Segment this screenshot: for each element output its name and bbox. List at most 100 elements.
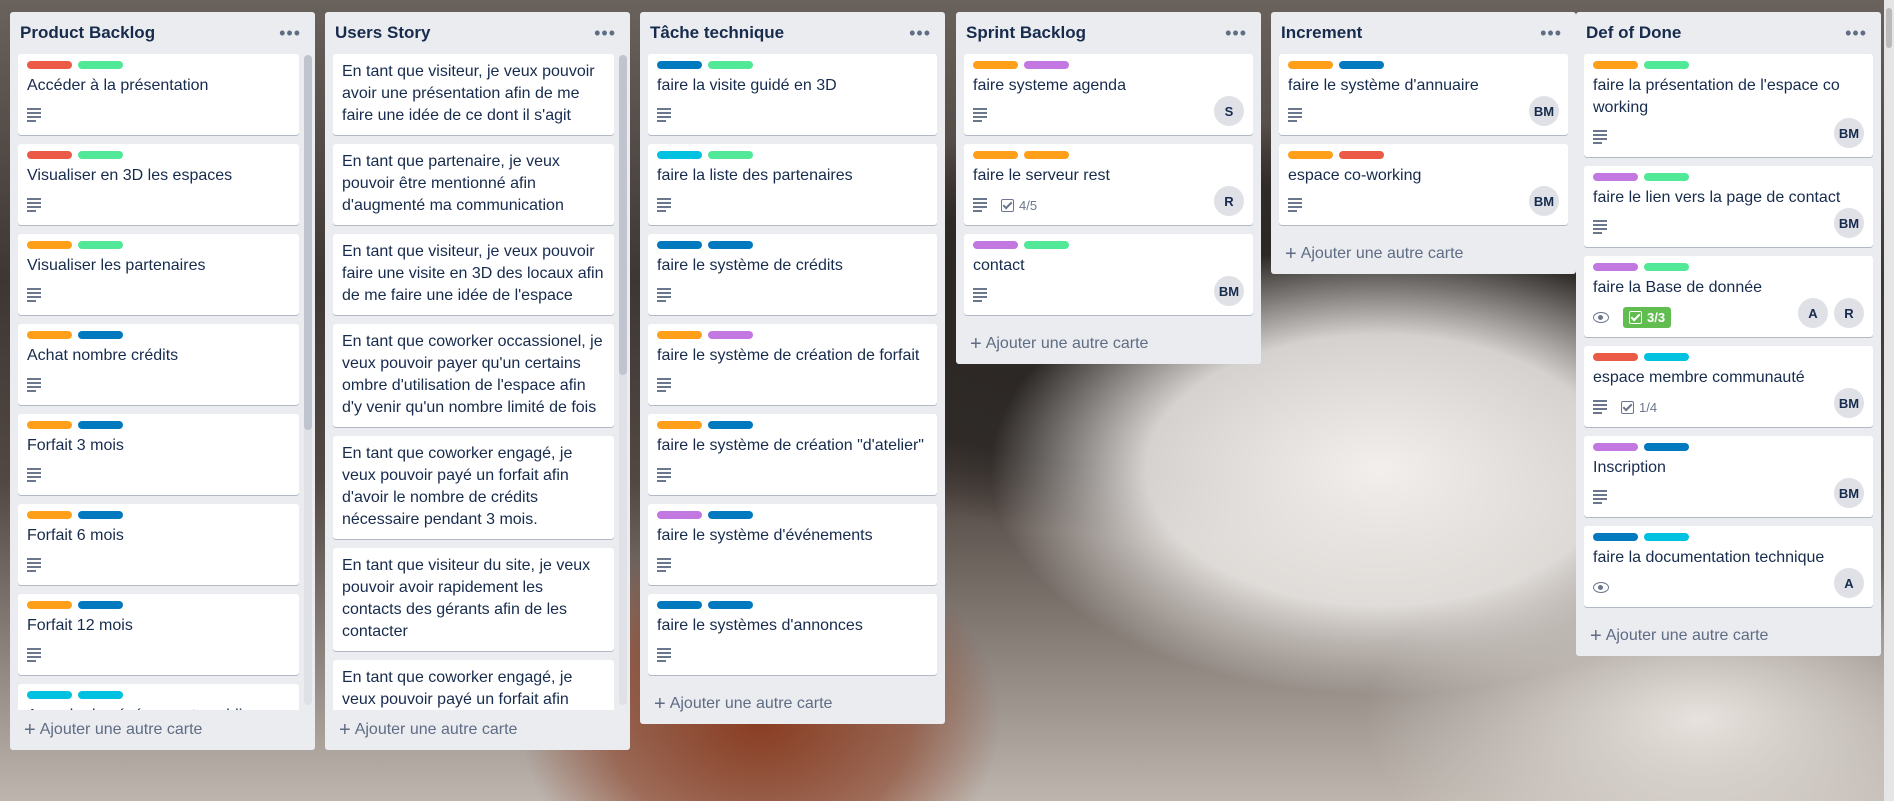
card[interactable]: Forfait 12 mois xyxy=(18,594,299,675)
card[interactable]: Inscription BM xyxy=(1584,436,1873,517)
label-sky[interactable] xyxy=(27,691,72,699)
label-sky[interactable] xyxy=(657,151,702,159)
list-menu-icon[interactable]: ••• xyxy=(1225,23,1247,44)
label-sky[interactable] xyxy=(1644,353,1689,361)
label-sky[interactable] xyxy=(78,691,123,699)
label-blue[interactable] xyxy=(1593,533,1638,541)
avatar[interactable]: S xyxy=(1214,96,1244,126)
avatar[interactable]: R xyxy=(1214,186,1244,216)
card[interactable]: faire la liste des partenaires xyxy=(648,144,937,225)
card[interactable]: En tant que visiteur, je veux pouvoir fa… xyxy=(333,234,614,315)
label-blue[interactable] xyxy=(708,421,753,429)
label-green[interactable] xyxy=(78,151,123,159)
card[interactable]: Achat nombre crédits xyxy=(18,324,299,405)
label-orange[interactable] xyxy=(657,421,702,429)
avatar[interactable]: BM xyxy=(1529,186,1559,216)
add-card-button[interactable]: + Ajouter une autre carte xyxy=(956,324,1261,364)
label-orange[interactable] xyxy=(27,241,72,249)
list-title[interactable]: Def of Done xyxy=(1586,23,1681,43)
list-title[interactable]: Sprint Backlog xyxy=(966,23,1086,43)
label-green[interactable] xyxy=(708,61,753,69)
label-blue[interactable] xyxy=(708,511,753,519)
label-blue[interactable] xyxy=(78,421,123,429)
label-green[interactable] xyxy=(78,241,123,249)
label-orange[interactable] xyxy=(27,511,72,519)
card[interactable]: faire la Base de donnée 3/3 A R xyxy=(1584,256,1873,337)
card[interactable]: En tant que coworker occassionel, je veu… xyxy=(333,324,614,427)
label-blue[interactable] xyxy=(708,601,753,609)
avatar[interactable]: A xyxy=(1834,568,1864,598)
list-menu-icon[interactable]: ••• xyxy=(909,23,931,44)
add-card-button[interactable]: + Ajouter une autre carte xyxy=(325,710,630,750)
label-red[interactable] xyxy=(27,61,72,69)
card[interactable]: espace membre communauté 1/4 BM xyxy=(1584,346,1873,427)
card[interactable]: En tant que coworker engagé, je veux pou… xyxy=(333,436,614,539)
label-blue[interactable] xyxy=(657,61,702,69)
label-blue[interactable] xyxy=(708,241,753,249)
label-purple[interactable] xyxy=(1024,61,1069,69)
card[interactable]: faire le système de création de forfait xyxy=(648,324,937,405)
card[interactable]: Forfait 3 mois xyxy=(18,414,299,495)
page-scrollbar-thumb[interactable] xyxy=(1886,8,1892,48)
list-scrollbar[interactable] xyxy=(619,55,627,705)
card[interactable]: En tant que visiteur du site, je veux po… xyxy=(333,548,614,651)
label-purple[interactable] xyxy=(1593,173,1638,181)
label-green[interactable] xyxy=(1644,173,1689,181)
label-purple[interactable] xyxy=(1593,263,1638,271)
avatar[interactable]: BM xyxy=(1834,388,1864,418)
label-orange[interactable] xyxy=(27,331,72,339)
label-orange[interactable] xyxy=(1593,61,1638,69)
avatar[interactable]: BM xyxy=(1834,118,1864,148)
label-blue[interactable] xyxy=(78,601,123,609)
card[interactable]: faire la présentation de l'espace co wor… xyxy=(1584,54,1873,157)
avatar[interactable]: BM xyxy=(1834,208,1864,238)
card[interactable]: Forfait 6 mois xyxy=(18,504,299,585)
add-card-button[interactable]: + Ajouter une autre carte xyxy=(640,684,945,724)
card[interactable]: faire le systèmes d'annonces xyxy=(648,594,937,675)
label-blue[interactable] xyxy=(1644,443,1689,451)
card[interactable]: faire le système d'événements xyxy=(648,504,937,585)
list-title[interactable]: Product Backlog xyxy=(20,23,155,43)
label-green[interactable] xyxy=(1644,61,1689,69)
card[interactable]: En tant que coworker engagé, je veux pou… xyxy=(333,660,614,710)
label-red[interactable] xyxy=(1593,353,1638,361)
list-menu-icon[interactable]: ••• xyxy=(279,23,301,44)
avatar[interactable]: A xyxy=(1798,298,1828,328)
label-blue[interactable] xyxy=(78,511,123,519)
label-orange[interactable] xyxy=(1288,61,1333,69)
label-green[interactable] xyxy=(1644,263,1689,271)
card[interactable]: Accéder à la présentation xyxy=(18,54,299,135)
label-orange[interactable] xyxy=(27,601,72,609)
list-menu-icon[interactable]: ••• xyxy=(594,23,616,44)
card[interactable]: faire systeme agenda S xyxy=(964,54,1253,135)
label-blue[interactable] xyxy=(1339,61,1384,69)
label-blue[interactable] xyxy=(657,241,702,249)
label-green[interactable] xyxy=(708,151,753,159)
list-scrollbar-thumb[interactable] xyxy=(304,55,312,430)
card[interactable]: En tant que visiteur, je veux pouvoir av… xyxy=(333,54,614,135)
label-purple[interactable] xyxy=(708,331,753,339)
list-scrollbar[interactable] xyxy=(304,55,312,705)
avatar[interactable]: R xyxy=(1834,298,1864,328)
label-blue[interactable] xyxy=(78,331,123,339)
label-blue[interactable] xyxy=(657,601,702,609)
card[interactable]: faire le système de crédits xyxy=(648,234,937,315)
card[interactable]: faire le serveur rest 4/5 R xyxy=(964,144,1253,225)
add-card-button[interactable]: + Ajouter une autre carte xyxy=(10,710,315,750)
add-card-button[interactable]: + Ajouter une autre carte xyxy=(1576,616,1881,656)
card[interactable]: contact BM xyxy=(964,234,1253,315)
list-title[interactable]: Tâche technique xyxy=(650,23,784,43)
card[interactable]: faire la visite guidé en 3D xyxy=(648,54,937,135)
label-orange[interactable] xyxy=(973,151,1018,159)
label-red[interactable] xyxy=(1339,151,1384,159)
card[interactable]: Visualiser en 3D les espaces xyxy=(18,144,299,225)
label-purple[interactable] xyxy=(1593,443,1638,451)
avatar[interactable]: BM xyxy=(1529,96,1559,126)
list-scrollbar-thumb[interactable] xyxy=(619,55,627,375)
label-sky[interactable] xyxy=(1644,533,1689,541)
card[interactable]: faire le lien vers la page de contact BM xyxy=(1584,166,1873,247)
list-menu-icon[interactable]: ••• xyxy=(1845,23,1867,44)
card[interactable]: espace co-working BM xyxy=(1279,144,1568,225)
card[interactable]: Visualiser les partenaires xyxy=(18,234,299,315)
label-orange[interactable] xyxy=(1288,151,1333,159)
